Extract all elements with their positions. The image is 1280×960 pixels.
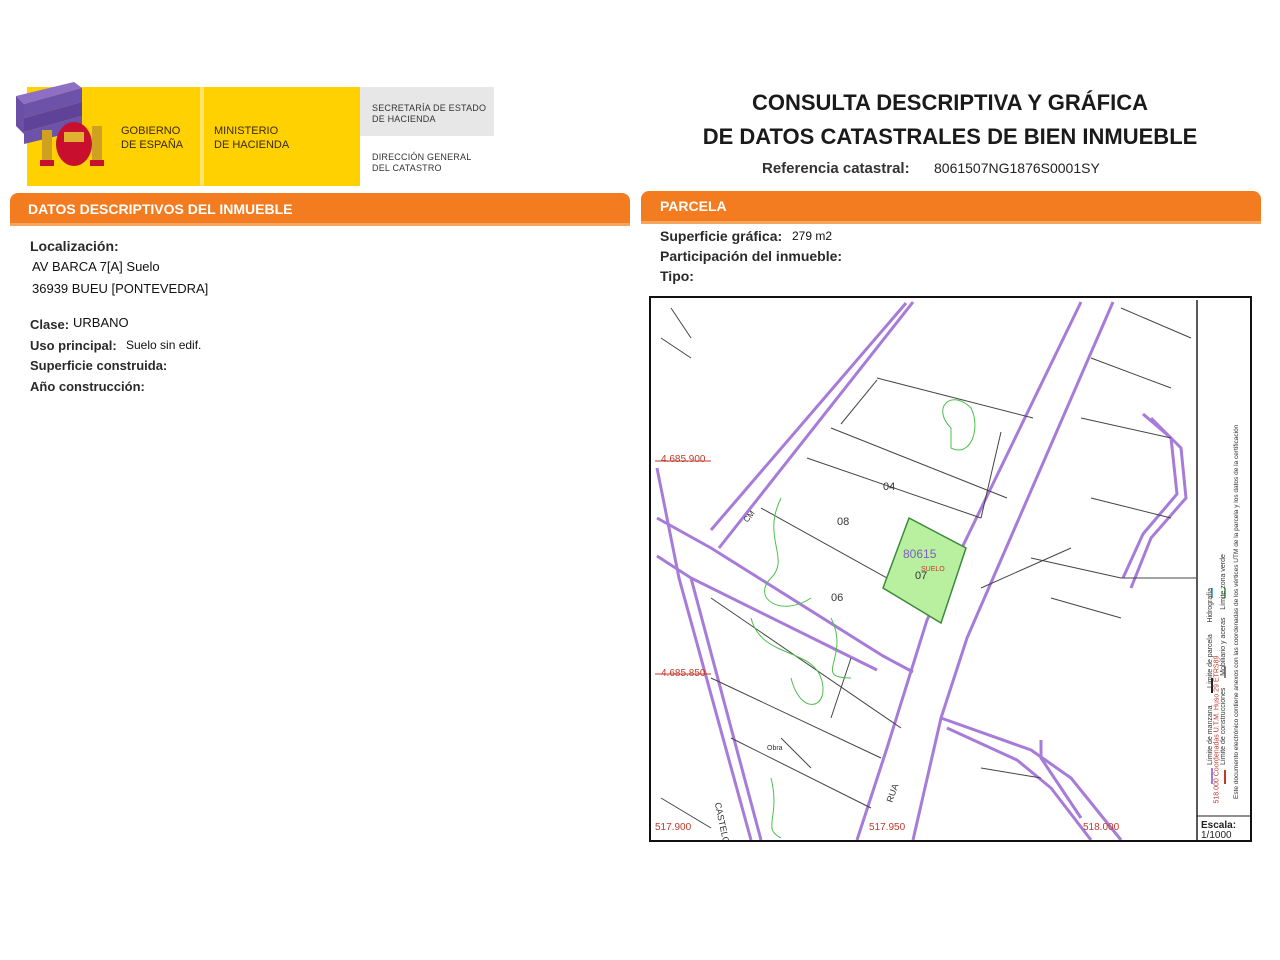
localizacion-line1: AV BARCA 7[A] Suelo xyxy=(32,259,160,274)
localizacion-line2: 36939 BUEU [PONTEVEDRA] xyxy=(32,281,209,296)
superficie-grafica-label: Superficie gráfica: xyxy=(660,228,783,244)
direccion-line1: DIRECCIÓN GENERAL xyxy=(372,152,472,162)
ref-catastral-value: 8061507NG1876S0001SY xyxy=(934,160,1100,176)
ref-catastral-label: Referencia catastral: xyxy=(762,160,910,177)
parcel-08: 08 xyxy=(837,516,850,528)
clase-value: URBANO xyxy=(73,315,129,330)
datos-descriptivos-header: DATOS DESCRIPTIVOS DEL INMUEBLE xyxy=(10,193,630,223)
uso-principal-value: Suelo sin edif. xyxy=(126,338,202,352)
coord-x1: 517.900 xyxy=(655,822,692,833)
coord-x3: 518.000 xyxy=(1083,822,1120,833)
superficie-grafica-value: 279 m2 xyxy=(792,229,833,243)
parcela-header: PARCELA xyxy=(641,191,1261,221)
datos-descriptivos-title: DATOS DESCRIPTIVOS DEL INMUEBLE xyxy=(28,201,293,217)
legend-note: Este documento electrónico contiene anex… xyxy=(1233,424,1240,799)
cadastral-map[interactable]: 4.685.900 4.685.850 517.900 517.950 518.… xyxy=(649,296,1252,842)
direccion-line2: DEL CATASTRO xyxy=(372,163,442,173)
coord-y2: 4.685.850 xyxy=(661,668,706,679)
anio-construccion-label: Año construcción: xyxy=(30,379,145,394)
logo-divider xyxy=(200,87,204,186)
tipo-label: Tipo: xyxy=(660,268,694,284)
scale-value: 1/1000 xyxy=(1201,830,1232,841)
ministerio-line1: MINISTERIO xyxy=(214,125,279,137)
parcel-07: 07 xyxy=(915,570,928,582)
localizacion-label: Localización: xyxy=(30,238,119,254)
superficie-construida-label: Superficie construida: xyxy=(30,358,168,373)
map-drawing xyxy=(655,300,1250,840)
coord-y1: 4.685.900 xyxy=(661,454,706,465)
obra-label: Obra xyxy=(767,745,783,752)
ministerio-line2: DE HACIENDA xyxy=(214,139,290,151)
coord-x2: 517.950 xyxy=(869,822,906,833)
page-title-line2: DE DATOS CATASTRALES DE BIEN INMUEBLE xyxy=(702,124,1198,149)
left-header-underline xyxy=(10,223,630,226)
parcel-06: 06 xyxy=(831,592,844,604)
parcela-title: PARCELA xyxy=(660,198,727,214)
gobierno-line2: DE ESPAÑA xyxy=(121,139,184,151)
coat-of-arms-icon xyxy=(16,82,104,166)
parcel-number: 80615 xyxy=(903,547,937,561)
clase-label: Clase: xyxy=(30,317,70,332)
page-title-line1: CONSULTA DESCRIPTIVA Y GRÁFICA xyxy=(751,90,1149,115)
right-header-underline xyxy=(641,221,1261,224)
uso-principal-label: Uso principal: xyxy=(30,338,117,353)
parcel-04: 04 xyxy=(883,481,896,493)
secretaria-line2: DE HACIENDA xyxy=(372,114,436,124)
secretaria-line1: SECRETARÍA DE ESTADO xyxy=(372,103,487,113)
gobierno-line1: GOBIERNO xyxy=(121,125,181,137)
legend-utm: 518.000 Coordenadas U.T.M. Huso 29 ETRS8… xyxy=(1213,655,1221,804)
participacion-label: Participación del inmueble: xyxy=(660,248,843,264)
